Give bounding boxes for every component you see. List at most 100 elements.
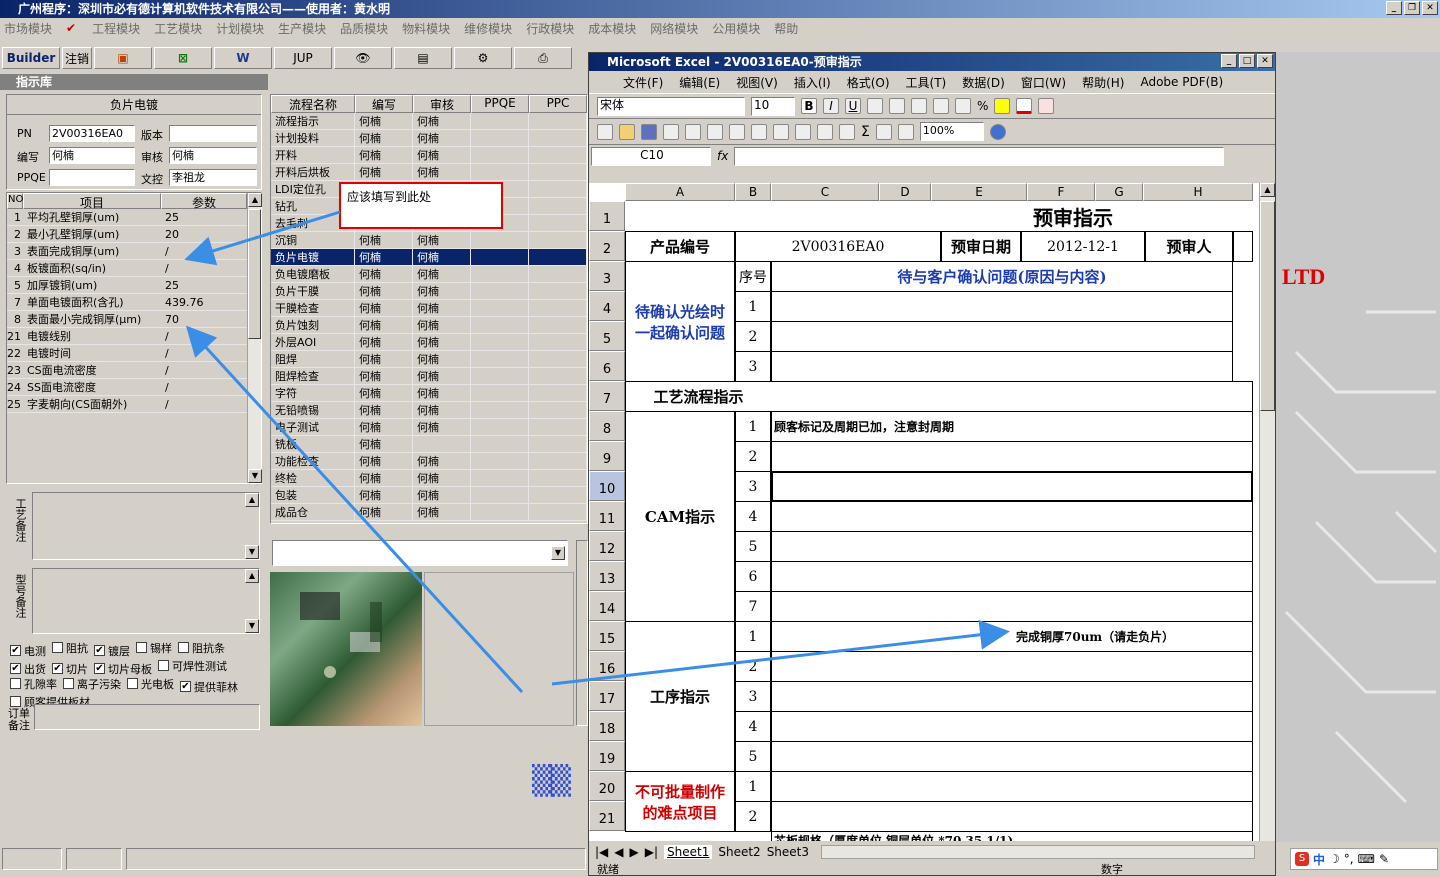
process-col-header[interactable]: 编写 bbox=[355, 95, 413, 113]
checkbox-box[interactable]: ✔ bbox=[10, 663, 21, 674]
review-date-value[interactable]: 2012-12-1 bbox=[1021, 231, 1145, 262]
model-scroll-up[interactable]: ▲ bbox=[245, 569, 259, 583]
column-header[interactable]: F bbox=[1027, 183, 1095, 201]
param-row[interactable]: 2 最小孔壁铜厚(um) 20 bbox=[7, 226, 261, 243]
builder-button[interactable]: Builder bbox=[2, 47, 60, 69]
param-value[interactable]: 439.76 bbox=[161, 294, 247, 310]
proc-cell[interactable] bbox=[771, 681, 1253, 712]
checkbox-7[interactable]: ✔ 切片母板 bbox=[94, 661, 152, 676]
menu-item-4[interactable]: 生产模块 bbox=[278, 20, 326, 37]
cam-cell[interactable] bbox=[771, 441, 1253, 472]
menu-item-12[interactable]: 帮助 bbox=[774, 20, 798, 37]
excel-minimize-button[interactable]: _ bbox=[1221, 54, 1237, 68]
tools-icon[interactable]: ✎ bbox=[1379, 852, 1389, 866]
save-icon[interactable] bbox=[641, 123, 657, 140]
process-row[interactable]: 成品仓 何楠 何楠 bbox=[271, 504, 587, 521]
model-scroll-down[interactable]: ▼ bbox=[245, 619, 259, 633]
doc-control-field[interactable]: 李祖龙 bbox=[169, 169, 257, 186]
param-value[interactable]: / bbox=[161, 345, 247, 361]
column-header[interactable]: B bbox=[735, 183, 771, 201]
proc-seq[interactable]: 3 bbox=[735, 681, 771, 712]
flow-label[interactable]: 工艺流程指示 bbox=[625, 381, 771, 412]
cam-seq[interactable]: 7 bbox=[735, 591, 771, 622]
minimize-button[interactable]: _ bbox=[1386, 1, 1402, 15]
order-note-field[interactable] bbox=[34, 704, 260, 730]
proc-cell[interactable]: 完成铜厚70um（请走负片） bbox=[771, 621, 1253, 652]
cam-seq[interactable]: 5 bbox=[735, 531, 771, 562]
sheet-title[interactable]: 预审指示 bbox=[625, 201, 1253, 232]
ime-mode[interactable]: 中 bbox=[1313, 851, 1325, 868]
writer-field[interactable]: 何楠 bbox=[49, 147, 135, 164]
seq-num[interactable]: 3 bbox=[735, 351, 771, 382]
process-row[interactable]: 阻焊检查 何楠 何楠 bbox=[271, 368, 587, 385]
excel-menu-item[interactable]: 文件(F) bbox=[623, 74, 663, 91]
font-size-select[interactable]: 10 bbox=[751, 96, 795, 116]
version-field[interactable] bbox=[169, 125, 257, 142]
row-header[interactable]: 21 bbox=[589, 801, 625, 831]
process-row[interactable]: 沉铜 何楠 何楠 bbox=[271, 232, 587, 249]
menu-item-8[interactable]: 行政模块 bbox=[526, 20, 574, 37]
checkbox-8[interactable]: 可焊性测试 bbox=[158, 658, 227, 673]
cam-seq[interactable]: 3 bbox=[735, 471, 771, 502]
process-row[interactable]: 负片电镀 何楠 何楠 bbox=[271, 249, 587, 266]
row-header[interactable]: 17 bbox=[589, 681, 625, 711]
checkbox-box[interactable] bbox=[63, 678, 74, 689]
row-header[interactable]: 20 bbox=[589, 771, 625, 801]
checkbox-box[interactable] bbox=[10, 696, 21, 707]
process-row[interactable]: 开料 何楠 何楠 bbox=[271, 147, 587, 164]
proc-cell[interactable] bbox=[771, 651, 1253, 682]
proc-cell[interactable] bbox=[771, 741, 1253, 772]
reviewer-field[interactable]: 何楠 bbox=[169, 147, 257, 164]
menu-item-11[interactable]: 公用模块 bbox=[712, 20, 760, 37]
cam-label[interactable]: CAM指示 bbox=[625, 411, 735, 622]
underline-icon[interactable]: U bbox=[845, 98, 861, 114]
row-header[interactable]: 10 bbox=[589, 471, 625, 501]
checkbox-3[interactable]: 锡样 bbox=[136, 640, 172, 655]
excel-menu-item[interactable]: 视图(V) bbox=[736, 74, 778, 91]
paste-icon[interactable] bbox=[773, 123, 789, 140]
checkbox-box[interactable] bbox=[52, 642, 63, 653]
row-header[interactable]: 15 bbox=[589, 621, 625, 651]
row-header[interactable]: 5 bbox=[589, 321, 625, 351]
excel-menu-item[interactable]: 格式(O) bbox=[847, 74, 890, 91]
menu-item-5[interactable]: 品质模块 bbox=[340, 20, 388, 37]
hard-seq[interactable]: 1 bbox=[735, 771, 771, 802]
confirm-cell[interactable] bbox=[771, 351, 1233, 382]
excel-menu-item[interactable]: 数据(D) bbox=[962, 74, 1005, 91]
param-value[interactable]: 25 bbox=[161, 209, 247, 225]
logout-button[interactable]: 注销 bbox=[62, 47, 92, 69]
jup-button[interactable]: JUP bbox=[274, 47, 332, 69]
param-row[interactable]: 7 单面电镀面积(含孔) 439.76 bbox=[7, 294, 261, 311]
copy-icon[interactable] bbox=[751, 123, 767, 140]
checkbox-box[interactable]: ✔ bbox=[52, 663, 63, 674]
moon-icon[interactable]: ☽ bbox=[1329, 852, 1340, 866]
param-value[interactable]: 70 bbox=[161, 311, 247, 327]
sort-ascending-icon[interactable] bbox=[875, 123, 892, 140]
merge-center-icon[interactable] bbox=[933, 98, 949, 114]
param-value[interactable]: / bbox=[161, 379, 247, 395]
process-row[interactable]: 字符 何楠 何楠 bbox=[271, 385, 587, 402]
redo-icon[interactable] bbox=[817, 123, 833, 140]
review-date-label[interactable]: 预审日期 bbox=[941, 231, 1021, 262]
worksheet[interactable]: A B C D E F G H 1 2 3 4 5 6 7 8 9 10 11 12 13 14 15 16 17 18 19 20 2… bbox=[589, 183, 1259, 841]
row-header[interactable]: 2 bbox=[589, 231, 625, 261]
checkbox-12[interactable]: ✔ 提供菲林 bbox=[180, 679, 238, 694]
menu-item-9[interactable]: 成本模块 bbox=[588, 20, 636, 37]
eye-icon[interactable]: 👁 bbox=[334, 47, 392, 69]
cam-cell[interactable] bbox=[771, 531, 1253, 562]
menu-item-3[interactable]: 计划模块 bbox=[216, 20, 264, 37]
param-value[interactable]: / bbox=[161, 328, 247, 344]
process-col-header[interactable]: PPC bbox=[529, 95, 587, 113]
checkbox-box[interactable]: ✔ bbox=[94, 645, 105, 656]
cam-cell[interactable]: 顾客标记及周期已加，注意封周期 bbox=[771, 411, 1253, 442]
process-row[interactable]: 负电镀磨板 何楠 何楠 bbox=[271, 266, 587, 283]
font-name-select[interactable]: 宋体 bbox=[597, 96, 745, 116]
proc-label[interactable]: 工序指示 bbox=[625, 621, 735, 772]
checkbox-6[interactable]: ✔ 切片 bbox=[52, 661, 88, 676]
row-header[interactable]: 8 bbox=[589, 411, 625, 441]
align-center-icon[interactable] bbox=[889, 98, 905, 114]
proc-seq[interactable]: 2 bbox=[735, 651, 771, 682]
checkbox-1[interactable]: 阻抗 bbox=[52, 640, 88, 655]
name-box[interactable]: C10 bbox=[591, 146, 711, 166]
param-row[interactable]: 4 板镀面积(sq/in) / bbox=[7, 260, 261, 277]
